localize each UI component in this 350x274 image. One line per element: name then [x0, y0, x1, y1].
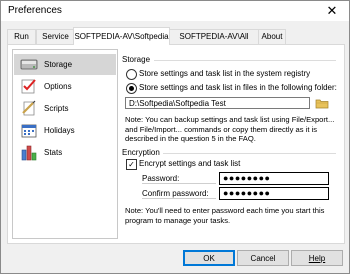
sidebar-item-stats[interactable]: Stats: [14, 142, 116, 163]
browse-folder-icon[interactable]: [315, 97, 329, 109]
category-list: Storage Options Scripts Holidays Stats: [12, 49, 118, 239]
sidebar-item-label: Options: [44, 82, 72, 91]
confirm-row-divider: [142, 198, 216, 199]
radio-store-files-label[interactable]: Store settings and task list in files in…: [139, 83, 337, 92]
tab-service[interactable]: Service: [36, 29, 75, 44]
encrypt-checkbox-label[interactable]: Encrypt settings and task list: [139, 159, 240, 168]
encryption-note: Note: You'll need to enter password each…: [125, 206, 325, 225]
encryption-group-label: Encryption: [122, 148, 160, 157]
radio-store-registry[interactable]: [126, 69, 137, 80]
sidebar-item-label: Holidays: [44, 126, 75, 135]
tab-run[interactable]: Run: [7, 29, 36, 44]
radio-store-registry-label[interactable]: Store settings and task list in the syst…: [139, 69, 310, 78]
window-title: Preferences: [8, 5, 62, 16]
title-bar: Preferences ✕: [1, 1, 349, 21]
sidebar-item-label: Stats: [44, 148, 63, 157]
encryption-group-divider: [163, 153, 336, 154]
radio-store-files[interactable]: [126, 83, 137, 94]
storage-note: Note: You can backup settings and task l…: [125, 115, 335, 144]
help-button[interactable]: Help: [291, 250, 343, 266]
tab-all-users[interactable]: SOFTPEDIA-AV\All users: [169, 29, 259, 55]
password-field[interactable]: ●●●●●●●●: [219, 172, 329, 185]
storage-icon: [20, 59, 38, 70]
sidebar-item-holidays[interactable]: Holidays: [14, 120, 116, 141]
tab-about[interactable]: About: [258, 29, 286, 44]
tab-panel: Storage Options Scripts Holidays Stats S…: [7, 44, 345, 244]
cancel-button[interactable]: Cancel: [237, 250, 289, 266]
preferences-window: Preferences ✕ Run Service SOFTPEDIA-AV\S…: [0, 0, 350, 274]
confirm-password-label: Confirm password:: [142, 189, 209, 198]
options-icon: [21, 79, 36, 94]
confirm-password-field[interactable]: ●●●●●●●●: [219, 187, 329, 200]
sidebar-item-label: Scripts: [44, 104, 69, 113]
folder-path-field[interactable]: D:\Softpedia\Softpedia Test: [125, 97, 310, 109]
sidebar-item-storage[interactable]: Storage: [14, 54, 116, 75]
encrypt-checkbox[interactable]: ✓: [126, 159, 137, 170]
storage-group-divider: [154, 60, 336, 61]
password-label: Password:: [142, 174, 180, 183]
sidebar-item-options[interactable]: Options: [14, 76, 116, 97]
holidays-icon: [21, 124, 37, 138]
ok-button[interactable]: OK: [183, 250, 235, 266]
password-row-divider: [142, 183, 216, 184]
sidebar-item-label: Storage: [44, 60, 73, 69]
scripts-icon: [22, 100, 36, 116]
stats-icon: [21, 145, 37, 161]
close-button[interactable]: ✕: [315, 1, 349, 21]
tab-softpedia-user[interactable]: SOFTPEDIA-AV\Softpedia: [73, 27, 170, 45]
storage-group-label: Storage: [122, 55, 151, 64]
radio-selected-dot: [129, 86, 134, 91]
sidebar-item-scripts[interactable]: Scripts: [14, 98, 116, 119]
